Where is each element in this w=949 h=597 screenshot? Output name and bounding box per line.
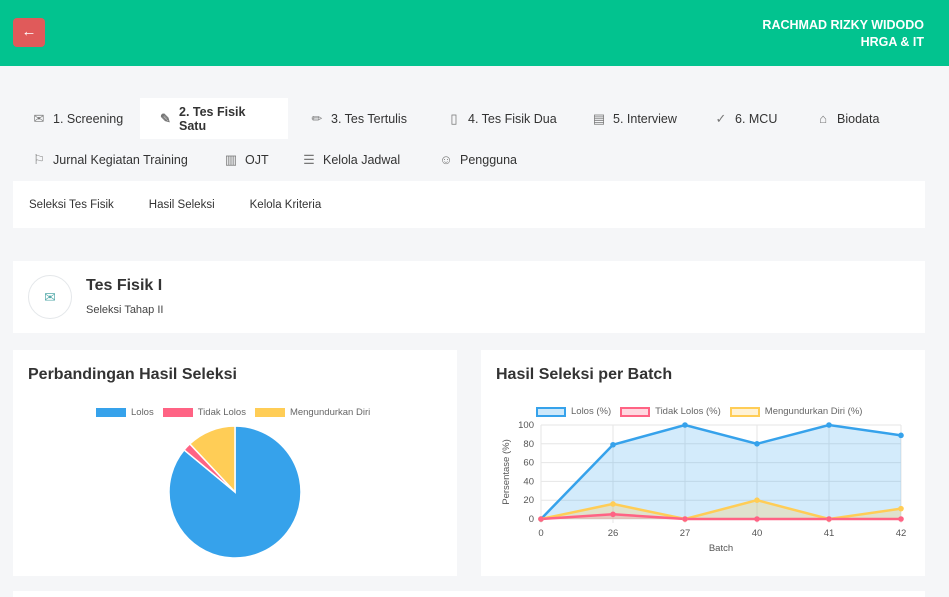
tab-biodata[interactable]: ⌂ Biodata xyxy=(797,98,897,139)
tab-kelola-jadwal[interactable]: ☰ Kelola Jadwal xyxy=(283,139,418,180)
user-info[interactable]: RACHMAD RIZKY WIDODO HRGA & IT xyxy=(762,17,924,51)
y-axis-label: Persentase (%) xyxy=(501,439,512,504)
user-icon: ☺ xyxy=(439,151,453,167)
x-tick-label: 40 xyxy=(752,528,763,539)
data-point-mengundurkan-diri[interactable] xyxy=(898,505,904,512)
film-icon: ▯ xyxy=(450,110,458,126)
y-tick-label: 80 xyxy=(523,439,534,450)
subnav-kelola-kriteria[interactable]: Kelola Kriteria xyxy=(250,199,322,211)
y-tick-label: 0 xyxy=(529,514,534,525)
tab-label: 5. Interview xyxy=(613,111,677,126)
page-subtitle: Seleksi Tahap II xyxy=(86,304,164,316)
tab-label: Jurnal Kegiatan Training xyxy=(53,152,188,167)
tab-pengguna[interactable]: ☺ Pengguna xyxy=(420,139,535,180)
tab-screening[interactable]: ✉ 1. Screening xyxy=(13,98,141,139)
tab-label: 6. MCU xyxy=(735,111,778,126)
pie-chart xyxy=(168,425,302,559)
y-tick-label: 100 xyxy=(518,420,534,431)
next-card-edge xyxy=(13,591,925,597)
envelope-icon: ✉ xyxy=(28,275,72,319)
line-chart-card: Hasil Seleksi per Batch Lolos (%) Tidak … xyxy=(481,350,925,576)
tab-label: OJT xyxy=(245,152,269,167)
data-point-lolos[interactable] xyxy=(754,441,760,447)
data-point-tidak-lolos[interactable] xyxy=(826,516,832,522)
data-point-mengundurkan-diri[interactable] xyxy=(610,501,616,507)
envelope-icon: ✉ xyxy=(33,110,45,126)
x-tick-label: 41 xyxy=(824,528,835,539)
y-tick-label: 60 xyxy=(523,458,534,469)
x-tick-label: 27 xyxy=(680,528,691,539)
tab-interview[interactable]: ▤ 5. Interview xyxy=(573,98,695,139)
data-point-tidak-lolos[interactable] xyxy=(610,511,616,518)
tab-mcu[interactable]: ✓ 6. MCU xyxy=(695,98,795,139)
user-name: RACHMAD RIZKY WIDODO xyxy=(762,18,924,32)
clipboard-icon: ▤ xyxy=(592,110,606,126)
flag-icon: ⚐ xyxy=(33,151,45,167)
series-area-lolos xyxy=(541,425,901,519)
subnav-hasil-seleksi[interactable]: Hasil Seleksi xyxy=(149,199,215,211)
data-point-tidak-lolos[interactable] xyxy=(682,516,688,522)
tab-label: Biodata xyxy=(837,111,880,126)
list-circle-icon: ☰ xyxy=(303,151,315,167)
data-point-lolos[interactable] xyxy=(898,432,904,439)
tab-ojt[interactable]: ▥ OJT xyxy=(205,139,287,180)
pencil-icon: ✏ xyxy=(311,110,323,126)
x-tick-label: 0 xyxy=(538,528,543,539)
y-tick-label: 40 xyxy=(523,476,534,487)
tab-label: 2. Tes Fisik Satu xyxy=(179,104,246,133)
page-header-card: ✉ Tes Fisik I Seleksi Tahap II xyxy=(13,261,925,333)
tab-tes-fisik-satu[interactable]: ✎ 2. Tes Fisik Satu xyxy=(140,98,288,139)
data-point-tidak-lolos[interactable] xyxy=(754,516,760,522)
data-point-lolos[interactable] xyxy=(610,441,616,448)
x-tick-label: 42 xyxy=(896,528,907,539)
tab-label: 1. Screening xyxy=(53,111,124,126)
bar-chart-icon: ▥ xyxy=(224,151,238,167)
data-point-tidak-lolos[interactable] xyxy=(898,516,904,522)
tab-jurnal-kegiatan-training[interactable]: ⚐ Jurnal Kegiatan Training xyxy=(13,139,206,180)
tab-label: 4. Tes Fisik Dua xyxy=(468,111,557,126)
envelope-glyph: ✉ xyxy=(44,288,56,305)
inbox-icon: ⌂ xyxy=(819,110,827,126)
user-department: HRGA & IT xyxy=(860,35,924,49)
pie-chart-card: Perbandingan Hasil Seleksi Lolos Tidak L… xyxy=(13,350,457,576)
x-axis-label: Batch xyxy=(709,543,733,554)
top-bar: ← RACHMAD RIZKY WIDODO HRGA & IT xyxy=(0,0,949,66)
y-tick-label: 20 xyxy=(523,495,534,506)
tab-label: Kelola Jadwal xyxy=(323,152,401,167)
tab-label: Pengguna xyxy=(460,152,518,167)
data-point-tidak-lolos[interactable] xyxy=(538,516,544,522)
tab-label: 3. Tes Tertulis xyxy=(331,111,407,126)
subnav-seleksi-tes-fisik[interactable]: Seleksi Tes Fisik xyxy=(29,199,114,211)
data-point-lolos[interactable] xyxy=(826,422,832,428)
page-title: Tes Fisik I xyxy=(86,277,163,294)
tab-tes-tertulis[interactable]: ✏ 3. Tes Tertulis xyxy=(291,98,425,139)
check-circle-icon: ✓ xyxy=(715,110,727,126)
arrow-left-icon: ← xyxy=(21,23,37,40)
tab-tes-fisik-dua[interactable]: ▯ 4. Tes Fisik Dua xyxy=(428,98,575,139)
line-chart: 0 20 40 60 80 100 0 26 27 40 41 42 Batch Persentase (… xyxy=(501,420,907,554)
data-point-mengundurkan-diri[interactable] xyxy=(754,497,760,503)
sub-navigation: Seleksi Tes Fisik Hasil Seleksi Kelola K… xyxy=(13,181,925,228)
edit-icon: ✎ xyxy=(160,110,171,126)
back-button[interactable]: ← xyxy=(13,18,45,47)
data-point-lolos[interactable] xyxy=(682,422,688,428)
x-tick-label: 26 xyxy=(608,528,619,539)
